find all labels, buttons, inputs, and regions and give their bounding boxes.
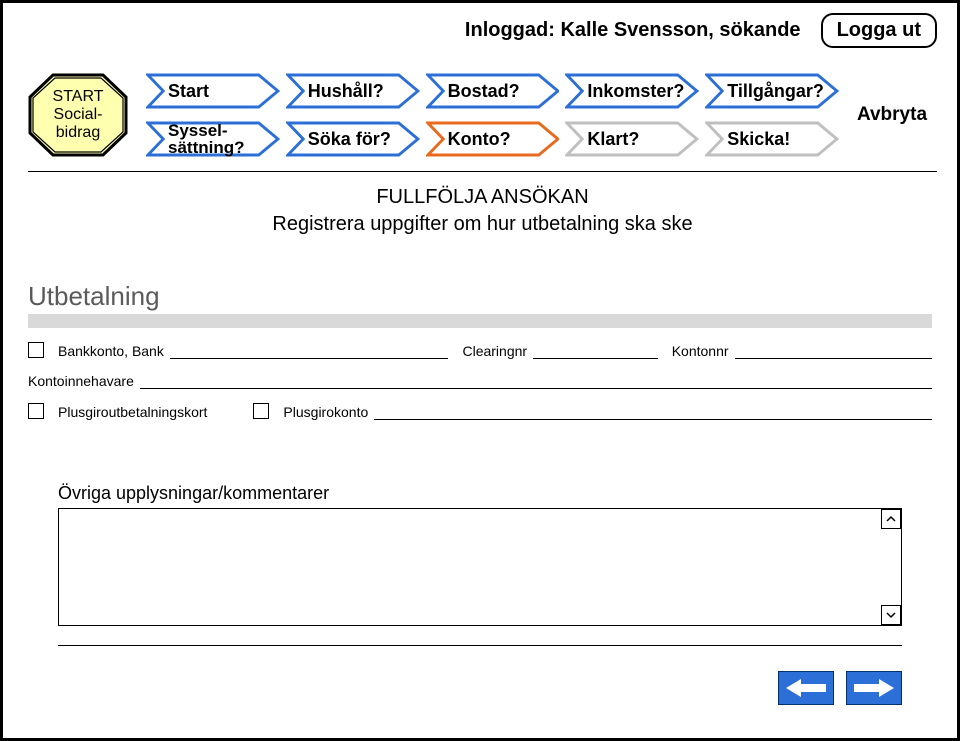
- bottom-divider: [58, 645, 902, 646]
- row-plusgiro: Plusgiroutbetalningskort Plusgirokonto: [28, 403, 932, 420]
- abort-button[interactable]: Avbryta: [857, 104, 927, 126]
- prev-button[interactable]: [778, 671, 834, 705]
- input-plusgirokonto[interactable]: [374, 406, 932, 420]
- next-button[interactable]: [846, 671, 902, 705]
- start-badge[interactable]: START Social- bidrag: [28, 73, 128, 157]
- comments-section: Övriga upplysningar/kommentarer: [58, 483, 902, 626]
- page-subtitle: Registrera uppgifter om hur utbetalning …: [272, 213, 692, 235]
- page-nav-arrows: [778, 671, 902, 705]
- arrow-right-icon: [853, 677, 895, 699]
- checkbox-plusgirokonto[interactable]: [253, 403, 269, 419]
- label-kontoinnehavare: Kontoinnehavare: [28, 373, 134, 389]
- input-kontoinnehavare[interactable]: [140, 375, 932, 389]
- chevron-down-icon: [885, 609, 897, 621]
- label-clearing: Clearingnr: [462, 343, 527, 359]
- nav-inkomster[interactable]: Inkomster?: [565, 73, 699, 109]
- start-badge-line2: Social-: [54, 106, 103, 123]
- scroll-up-button[interactable]: [881, 509, 901, 529]
- input-clearing[interactable]: [533, 345, 658, 359]
- section-bar: [28, 314, 932, 328]
- row-bankkonto: Bankkonto, Bank Clearingnr Kontonnr: [28, 342, 932, 359]
- start-badge-line3: bidrag: [56, 124, 100, 141]
- nav-soka-for[interactable]: Söka för?: [286, 121, 420, 157]
- chevron-up-icon: [885, 513, 897, 525]
- nav-bostad[interactable]: Bostad?: [426, 73, 560, 109]
- nav-klart[interactable]: Klart?: [565, 121, 699, 157]
- nav-divider: [28, 171, 937, 172]
- label-plusgirokonto: Plusgirokonto: [283, 404, 368, 420]
- nav-row-2: Syssel-sättning? Söka för? Konto? Klart?…: [146, 121, 839, 157]
- nav-start[interactable]: Start: [146, 73, 280, 109]
- form-area: Utbetalning Bankkonto, Bank Clearingnr K…: [28, 281, 932, 420]
- nav-hushall[interactable]: Hushåll?: [286, 73, 420, 109]
- nav-row-1: Start Hushåll? Bostad? Inkomster? Tillgå…: [146, 73, 839, 109]
- comments-textarea[interactable]: [58, 508, 902, 626]
- nav-area: START Social- bidrag Start Hushåll? Bost…: [28, 73, 937, 236]
- section-title: Utbetalning: [28, 281, 932, 312]
- input-bank[interactable]: [170, 345, 449, 359]
- label-bankkonto: Bankkonto, Bank: [58, 343, 164, 359]
- login-status: Inloggad: Kalle Svensson, sökande: [465, 19, 801, 42]
- row-kontoinnehavare: Kontoinnehavare: [28, 373, 932, 389]
- checkbox-bankkonto[interactable]: [28, 342, 44, 358]
- nav-skicka[interactable]: Skicka!: [705, 121, 839, 157]
- checkbox-plusgirokort[interactable]: [28, 403, 44, 419]
- comments-label: Övriga upplysningar/kommentarer: [58, 483, 902, 504]
- scroll-down-button[interactable]: [881, 605, 901, 625]
- logout-button[interactable]: Logga ut: [821, 13, 937, 48]
- arrow-left-icon: [785, 677, 827, 699]
- input-kontonr[interactable]: [735, 345, 932, 359]
- label-plusgirokort: Plusgiroutbetalningskort: [58, 404, 207, 420]
- label-kontonr: Kontonnr: [672, 343, 729, 359]
- abort-wrap: Avbryta: [847, 104, 937, 126]
- start-badge-line1: START: [53, 88, 104, 105]
- nav-sysselsattning[interactable]: Syssel-sättning?: [146, 121, 280, 157]
- page-title: FULLFÖLJA ANSÖKAN: [28, 186, 937, 209]
- page-title-block: FULLFÖLJA ANSÖKAN Registrera uppgifter o…: [28, 186, 937, 236]
- nav-tillgangar[interactable]: Tillgångar?: [705, 73, 839, 109]
- header-bar: Inloggad: Kalle Svensson, sökande Logga …: [3, 13, 957, 48]
- nav-konto[interactable]: Konto?: [426, 121, 560, 157]
